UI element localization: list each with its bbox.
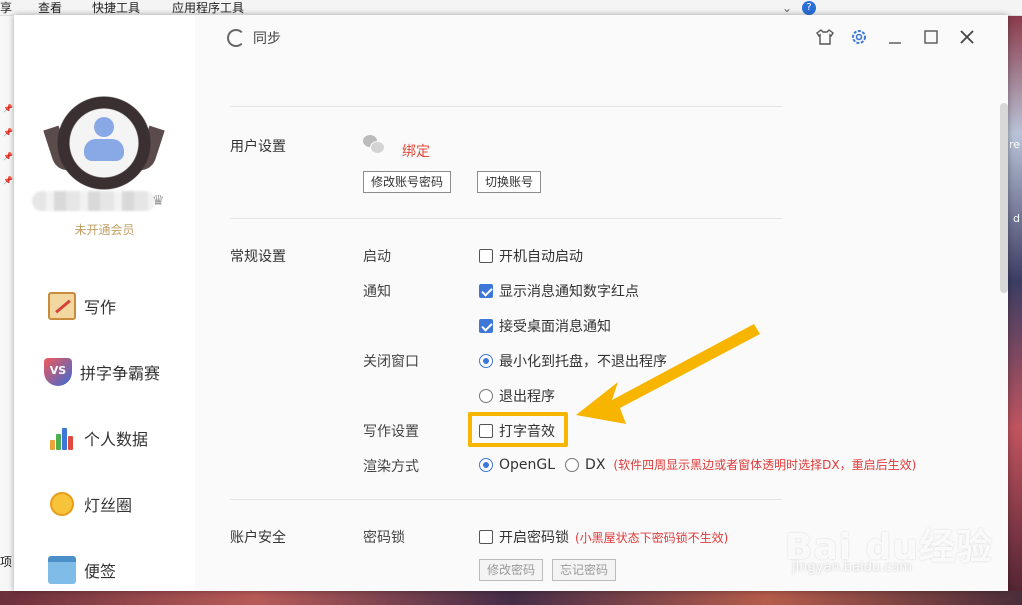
radio-icon[interactable]: [565, 457, 580, 472]
settings-panel: 同步: [195, 15, 1008, 591]
sidebar-item-label: 个人数据: [84, 430, 149, 449]
crown-icon[interactable]: ♛: [152, 193, 170, 209]
note-icon: [48, 556, 76, 584]
sidebar-item-notes[interactable]: 便签: [48, 553, 116, 587]
menu-quick-tools[interactable]: 快捷工具: [92, 0, 140, 16]
gear-icon[interactable]: [848, 27, 870, 49]
sidebar-item-contest[interactable]: VS 拼字争霸赛: [44, 355, 160, 389]
password-lock-note: (小黑屋状态下密码锁不生效): [575, 530, 729, 545]
password-lock-option-label: 开启密码锁: [499, 530, 569, 546]
wallpaper-text: d: [1013, 212, 1020, 225]
chevron-down-icon[interactable]: ⌄: [782, 0, 792, 16]
radio-selected-icon[interactable]: [479, 457, 493, 472]
sidebar-item-label: 拼字争霸赛: [80, 364, 161, 383]
password-lock-checkbox[interactable]: 开启密码锁 (小黑屋状态下密码锁不生效): [479, 527, 728, 547]
render-mode-label: 渲染方式: [363, 459, 419, 475]
divider: [230, 499, 782, 500]
bulb-icon: [50, 492, 74, 516]
vip-status[interactable]: 未开通会员: [14, 221, 195, 238]
wallpaper-text: re: [1008, 138, 1020, 151]
startup-label: 启动: [363, 249, 391, 265]
pin-icon: 📌: [3, 176, 13, 185]
sidebar-item-label: 便签: [84, 562, 117, 581]
menu-share[interactable]: 享: [0, 0, 12, 16]
radio-icon: [479, 389, 493, 403]
sync-label: 同步: [253, 31, 281, 47]
minimize-icon[interactable]: [884, 27, 906, 49]
checkbox-checked-icon: [479, 319, 493, 333]
checkbox-checked-icon: [479, 284, 493, 298]
bind-link[interactable]: 绑定: [402, 141, 430, 161]
explorer-menu-bar: 享 查看 快捷工具 应用程序工具 ⌄ ?: [0, 0, 1022, 16]
avatar-head: [94, 117, 114, 137]
notify-red-dot-checkbox[interactable]: 显示消息通知数字红点: [479, 281, 639, 301]
sidebar-item-writing[interactable]: 写作: [48, 289, 116, 323]
shirt-icon[interactable]: [814, 27, 836, 49]
sidebar-item-label: 写作: [84, 298, 117, 317]
pin-icon: 📌: [3, 104, 13, 113]
scrollbar[interactable]: [1000, 103, 1008, 293]
writing-icon: [48, 292, 76, 320]
switch-account-button[interactable]: 切换账号: [477, 171, 542, 193]
close-icon[interactable]: [956, 27, 978, 49]
password-lock-label: 密码锁: [363, 530, 405, 546]
desktop-wallpaper-bottom: [0, 591, 1022, 605]
account-security-title: 账户安全: [230, 530, 286, 546]
sidebar: ♛ 未开通会员 写作 VS 拼字争霸赛 个人数据 灯丝圈 便签: [14, 15, 195, 591]
sidebar-item-label: 灯丝圈: [84, 496, 133, 515]
render-note: (软件四周显示黑边或者窗体透明时选择DX，重启后生效): [613, 458, 917, 472]
sync-icon: [227, 29, 245, 47]
explorer-status-text: 项: [0, 555, 13, 569]
notify-option-label: 显示消息通知数字红点: [499, 284, 639, 300]
change-account-password-button[interactable]: 修改账号密码: [363, 171, 452, 193]
divider: [230, 106, 782, 107]
username-blurred: [32, 191, 156, 211]
maximize-icon[interactable]: [920, 27, 942, 49]
modify-password-button[interactable]: 修改密码: [479, 559, 544, 581]
wechat-icon: [363, 135, 385, 154]
pin-icon: 📌: [3, 128, 13, 137]
settings-window: ♛ 未开通会员 写作 VS 拼字争霸赛 个人数据 灯丝圈 便签 同步 用户设置 …: [14, 15, 1008, 591]
exit-program-radio[interactable]: 退出程序: [479, 386, 555, 406]
forgot-password-button[interactable]: 忘记密码: [552, 559, 617, 581]
render-mode-options: OpenGL DX (软件四周显示黑边或者窗体透明时选择DX，重启后生效): [479, 456, 916, 473]
pin-icon: 📌: [3, 152, 13, 161]
general-settings-title: 常规设置: [230, 249, 286, 265]
menu-app-tools[interactable]: 应用程序工具: [172, 0, 244, 16]
notify-label: 通知: [363, 284, 391, 300]
close-option-label: 退出程序: [499, 389, 555, 405]
chart-icon: [48, 424, 76, 452]
menu-view[interactable]: 查看: [38, 0, 62, 16]
divider: [230, 218, 782, 219]
watermark-url: jingyan.baidu.com: [792, 560, 912, 575]
dx-label[interactable]: DX: [585, 457, 605, 473]
checkbox-icon: [479, 530, 493, 544]
writing-settings-label: 写作设置: [363, 424, 419, 440]
sync-button[interactable]: 同步: [227, 28, 281, 48]
explorer-nav-pane: 📌 📌 📌 📌 项: [0, 16, 14, 605]
annotation-arrow: [576, 324, 760, 424]
radio-selected-icon: [479, 354, 493, 368]
checkbox-icon: [479, 249, 493, 263]
window-toolbar: 同步: [195, 15, 1008, 63]
startup-option-label: 开机自动启动: [499, 249, 583, 265]
startup-checkbox[interactable]: 开机自动启动: [479, 246, 583, 266]
opengl-label[interactable]: OpenGL: [499, 457, 555, 473]
avatar[interactable]: [43, 95, 165, 195]
help-icon[interactable]: ?: [802, 1, 816, 15]
user-settings-title: 用户设置: [230, 139, 286, 155]
close-window-label: 关闭窗口: [363, 354, 419, 370]
annotation-highlight-box: [468, 412, 568, 447]
sidebar-item-filament-circle[interactable]: 灯丝圈: [48, 487, 132, 521]
avatar-body: [84, 139, 124, 161]
sidebar-item-personal-data[interactable]: 个人数据: [48, 421, 148, 455]
vs-icon: VS: [44, 358, 72, 386]
